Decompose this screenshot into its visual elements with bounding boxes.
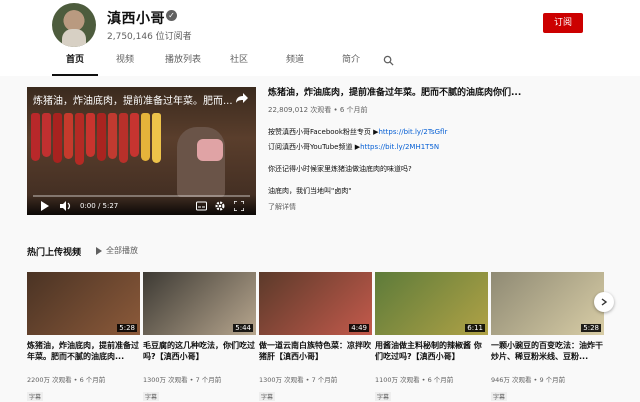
tab-home[interactable]: 首页 — [52, 52, 98, 76]
subscribe-button[interactable]: 订阅 — [543, 13, 583, 33]
caption-badge: 字幕 — [143, 392, 160, 401]
channel-name[interactable]: 滇西小哥 — [107, 8, 165, 28]
featured-video-player[interactable]: 炼猪油，炸油底肉，提前准备过年菜。肥而... 0:00 / 5:27 — [27, 87, 256, 215]
video-meta: 1300万 次观看 • 7 个月前 — [143, 376, 222, 384]
tab-videos[interactable]: 视频 — [98, 52, 152, 76]
progress-bar[interactable] — [33, 195, 250, 197]
video-thumbnail[interactable]: 5:28 — [491, 272, 604, 335]
corn-decoration — [119, 113, 128, 163]
search-icon[interactable] — [383, 55, 394, 66]
featured-description: 炼猪油，炸油底肉，提前准备过年菜。肥而不腻的油底肉你们... 22,809,01… — [268, 85, 521, 212]
volume-icon[interactable] — [60, 201, 72, 211]
caption-badge: 字幕 — [491, 392, 508, 401]
read-more-link[interactable]: 了解详情 — [268, 202, 518, 212]
facebook-link[interactable]: https://bit.ly/2TsGflr — [379, 128, 448, 136]
tab-playlists[interactable]: 播放列表 — [152, 52, 214, 76]
video-card[interactable]: 5:28 一颗小豌豆的百变吃法：油炸干炒片、稀豆粉米线、豆粉... 946万 次观看… — [491, 272, 604, 402]
subtitles-icon[interactable] — [196, 201, 207, 211]
youtube-link[interactable]: https://bit.ly/2MH1T5N — [360, 143, 439, 151]
corn-decoration — [75, 113, 84, 165]
description-text: 你还记得小时候家里炼猪油做油底肉的味道吗? — [268, 165, 412, 173]
featured-meta: 22,809,012 次观看 • 6 个月前 — [268, 106, 368, 114]
corn-decoration — [53, 113, 62, 163]
chevron-right-icon — [601, 298, 608, 306]
corn-decoration — [64, 113, 73, 159]
play-icon — [96, 246, 102, 255]
corn-decoration — [86, 113, 95, 157]
channel-header: 滇西小哥 ✓ 2,750,146 位订阅者 订阅 首页 视频 播放列表 社区 频… — [0, 0, 640, 76]
meat-figure — [197, 139, 223, 161]
duration-badge: 4:49 — [349, 324, 369, 332]
caption-badge: 字幕 — [259, 392, 276, 401]
corn-decoration — [141, 113, 150, 161]
play-all-button[interactable]: 全部播放 — [96, 245, 138, 256]
video-meta: 1100万 次观看 • 6 个月前 — [375, 376, 454, 384]
caption-badge: 字幕 — [375, 392, 392, 401]
video-thumbnail[interactable]: 4:49 — [259, 272, 372, 335]
youtube-text: 订阅滇西小哥YouTube频道 ▶ — [268, 143, 361, 151]
duration-badge: 5:28 — [581, 324, 601, 332]
corn-decoration — [108, 113, 117, 159]
video-title[interactable]: 用酱油做主料秘制的辣椒酱 你们吃过吗?【滇西小哥】 — [375, 340, 488, 373]
facebook-text: 按赞滇西小哥Facebook粉丝专页 ▶ — [268, 128, 379, 136]
corn-decoration — [97, 113, 106, 161]
featured-title[interactable]: 炼猪油，炸油底肉，提前准备过年菜。肥而不腻的油底肉你们... — [268, 85, 521, 98]
next-button[interactable] — [594, 292, 614, 312]
tab-about[interactable]: 简介 — [326, 52, 376, 76]
time-display: 0:00 / 5:27 — [80, 202, 119, 210]
video-card[interactable]: 5:28 炼猪油，炸油底肉，提前准备过年菜。肥而不腻的油底肉... 2200万 次观… — [27, 272, 140, 402]
facebook-line: 按赞滇西小哥Facebook粉丝专页 ▶https://bit.ly/2TsGf… — [268, 127, 518, 137]
corn-decoration — [31, 113, 40, 161]
youtube-line: 订阅滇西小哥YouTube频道 ▶https://bit.ly/2MH1T5N — [268, 142, 518, 152]
video-card[interactable]: 6:11 用酱油做主料秘制的辣椒酱 你们吃过吗?【滇西小哥】 1100万 次观看 •… — [375, 272, 488, 402]
video-thumbnail[interactable]: 5:44 — [143, 272, 256, 335]
video-meta: 1300万 次观看 • 7 个月前 — [259, 376, 338, 384]
video-meta: 946万 次观看 • 9 个月前 — [491, 376, 566, 384]
video-thumbnail[interactable]: 6:11 — [375, 272, 488, 335]
person-figure — [177, 127, 225, 197]
share-icon[interactable] — [235, 92, 249, 104]
caption-badge: 字幕 — [27, 392, 44, 401]
video-title[interactable]: 炼猪油，炸油底肉，提前准备过年菜。肥而不腻的油底肉... — [27, 340, 140, 373]
duration-badge: 5:28 — [117, 324, 137, 332]
fullscreen-icon[interactable] — [234, 201, 244, 211]
video-card[interactable]: 5:44 毛豆腐的这几种吃法，你们吃过吗?【滇西小哥】 1300万 次观看 • 7 … — [143, 272, 256, 402]
subscriber-count: 2,750,146 位订阅者 — [107, 32, 192, 42]
duration-badge: 5:44 — [233, 324, 253, 332]
tab-channels[interactable]: 频道 — [264, 52, 326, 76]
channel-avatar[interactable] — [52, 3, 96, 47]
corn-decoration — [42, 113, 51, 157]
play-all-label: 全部播放 — [106, 246, 138, 255]
video-thumbnail[interactable]: 5:28 — [27, 272, 140, 335]
video-title[interactable]: 毛豆腐的这几种吃法，你们吃过吗?【滇西小哥】 — [143, 340, 256, 373]
play-icon[interactable] — [41, 201, 49, 211]
corn-decoration — [130, 113, 139, 157]
player-overlay-title[interactable]: 炼猪油，炸油底肉，提前准备过年菜。肥而... — [33, 92, 233, 107]
video-card[interactable]: 4:49 做一道云南白族特色菜：凉拌吹猪肝【滇西小哥】 1300万 次观看 • 7 … — [259, 272, 372, 402]
tab-community[interactable]: 社区 — [214, 52, 264, 76]
video-meta: 2200万 次观看 • 6 个月前 — [27, 376, 106, 384]
channel-tabs: 首页 视频 播放列表 社区 频道 简介 — [52, 52, 376, 76]
settings-icon[interactable] — [215, 201, 225, 211]
description-text: 油底肉，我们当地叫"卤肉" — [268, 187, 352, 195]
corn-decoration — [152, 113, 161, 163]
video-title[interactable]: 做一道云南白族特色菜：凉拌吹猪肝【滇西小哥】 — [259, 340, 372, 373]
verified-icon: ✓ — [166, 10, 177, 21]
section-title: 热门上传视频 — [27, 248, 82, 258]
duration-badge: 6:11 — [465, 324, 485, 332]
video-title[interactable]: 一颗小豌豆的百变吃法：油炸干炒片、稀豆粉米线、豆粉... — [491, 340, 604, 373]
